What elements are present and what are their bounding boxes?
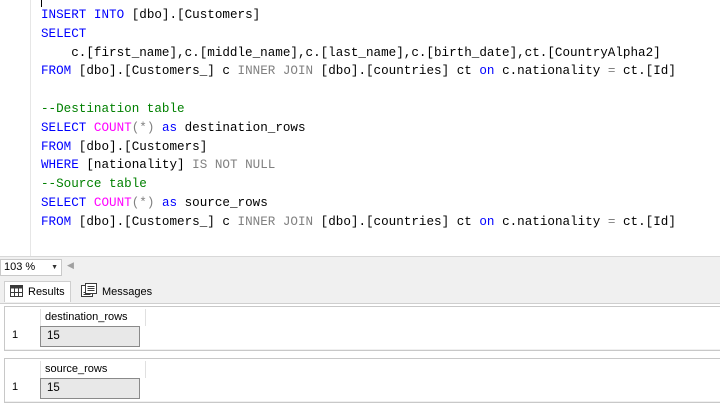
- code-line[interactable]: WHERE [nationality] IS NOT NULL: [41, 156, 676, 175]
- code-token: [nationality]: [86, 158, 193, 173]
- code-token: (*): [131, 120, 162, 135]
- code-line[interactable]: c.[first_name],c.[middle_name],c.[last_n…: [41, 44, 676, 63]
- code-line[interactable]: FROM [dbo].[Customers]: [41, 138, 676, 157]
- editor-status-bar: 103 % ▼ ◀: [0, 256, 720, 278]
- column-header[interactable]: destination_rows: [40, 309, 146, 326]
- code-line[interactable]: [41, 81, 676, 100]
- column-header[interactable]: source_rows: [40, 361, 146, 378]
- gutter-divider: [30, 0, 31, 256]
- code-token: [dbo].[countries] ct: [320, 214, 480, 229]
- code-token: ct.[Id]: [623, 64, 676, 79]
- tab-results[interactable]: Results: [4, 281, 71, 302]
- tab-messages[interactable]: Messages: [76, 281, 157, 302]
- code-token: COUNT: [93, 195, 132, 210]
- row-number[interactable]: 1: [12, 329, 18, 341]
- code-token: source_rows: [184, 195, 268, 210]
- chevron-left-icon[interactable]: ◀: [67, 260, 74, 271]
- code-token: WHERE: [41, 158, 87, 173]
- code-token: [dbo].[countries] ct: [320, 64, 480, 79]
- code-token: =: [607, 64, 623, 79]
- zoom-dropdown[interactable]: 103 % ▼: [0, 259, 62, 276]
- code-line[interactable]: INSERT INTO [dbo].[Customers]: [41, 6, 676, 25]
- code-token: --Source table: [41, 177, 147, 192]
- code-token: =: [607, 214, 623, 229]
- result-cell[interactable]: 15: [40, 378, 140, 399]
- code-token: as: [161, 195, 185, 210]
- code-token: INNER JOIN: [237, 214, 321, 229]
- row-number[interactable]: 1: [12, 381, 18, 393]
- code-token: --Destination table: [41, 101, 185, 116]
- code-token: (*): [131, 195, 162, 210]
- code-token: INNER JOIN: [237, 64, 321, 79]
- sql-code[interactable]: INSERT INTO [dbo].[Customers] SELECT c.[f…: [41, 6, 676, 232]
- code-token: c.nationality: [502, 214, 608, 229]
- results-tabbar: Results Messages: [0, 278, 720, 304]
- code-token: IS NOT NULL: [192, 158, 276, 173]
- result-cell[interactable]: 15: [40, 326, 140, 347]
- grid-divider: [5, 401, 720, 402]
- code-line[interactable]: --Source table: [41, 175, 676, 194]
- code-line[interactable]: SELECT COUNT(*) as destination_rows: [41, 119, 676, 138]
- results-panel: destination_rows 1 15 source_rows 1 15: [0, 304, 720, 410]
- code-line[interactable]: FROM [dbo].[Customers_] c INNER JOIN [db…: [41, 62, 676, 81]
- messages-icon: [81, 283, 97, 300]
- code-token: FROM: [41, 139, 79, 154]
- code-token: FROM: [41, 64, 79, 79]
- code-token: ct.[Id]: [623, 214, 676, 229]
- code-token: on: [479, 214, 503, 229]
- code-token: SELECT: [41, 120, 94, 135]
- zoom-value: 103 %: [4, 261, 36, 273]
- code-token: FROM: [41, 214, 79, 229]
- code-line[interactable]: SELECT COUNT(*) as source_rows: [41, 194, 676, 213]
- result-grid[interactable]: source_rows 1 15: [4, 358, 720, 403]
- code-line[interactable]: SELECT: [41, 25, 676, 44]
- code-token: c.[first_name],c.[middle_name],c.[last_n…: [41, 45, 661, 60]
- code-token: [dbo].[Customers_] c: [78, 214, 238, 229]
- code-token: c.nationality: [502, 64, 608, 79]
- query-editor[interactable]: INSERT INTO [dbo].[Customers] SELECT c.[f…: [0, 0, 720, 256]
- grid-divider: [5, 349, 720, 350]
- code-line[interactable]: FROM [dbo].[Customers_] c INNER JOIN [db…: [41, 213, 676, 232]
- tab-messages-label: Messages: [102, 285, 153, 298]
- code-line[interactable]: --Destination table: [41, 100, 676, 119]
- result-grid[interactable]: destination_rows 1 15: [4, 306, 720, 351]
- grid-icon: [10, 284, 23, 300]
- chevron-down-icon[interactable]: ▼: [51, 260, 58, 275]
- code-token: [dbo].[Customers_] c: [78, 64, 238, 79]
- code-token: on: [479, 64, 503, 79]
- code-token: [dbo].[Customers]: [131, 8, 261, 22]
- tab-results-label: Results: [28, 286, 65, 298]
- code-token: destination_rows: [184, 120, 306, 135]
- code-token: INSERT INTO: [41, 8, 132, 22]
- code-token: SELECT: [41, 26, 87, 41]
- code-token: SELECT: [41, 195, 94, 210]
- code-token: as: [161, 120, 185, 135]
- editor-gutter: [0, 0, 30, 256]
- code-token: COUNT: [93, 120, 132, 135]
- code-token: [dbo].[Customers]: [78, 139, 208, 154]
